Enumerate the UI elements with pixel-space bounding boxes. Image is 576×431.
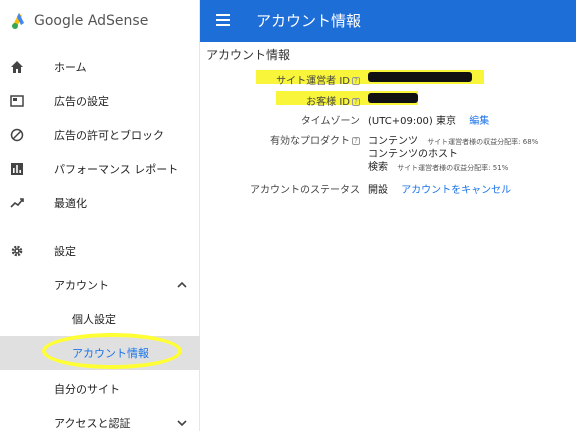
chevron-down-icon <box>177 420 187 427</box>
trending-icon <box>8 194 26 212</box>
menu-icon[interactable] <box>216 14 230 26</box>
adsense-app: Google AdSense ホーム 広告の設定 広告の許可とブロック パフォー <box>0 0 576 431</box>
sidebar-item-label: アカウント <box>54 279 109 292</box>
sidebar-item-ad-settings[interactable]: 広告の設定 <box>0 84 200 118</box>
sidebar-item-label: パフォーマンス レポート <box>54 163 179 176</box>
sidebar-item-label: 広告の設定 <box>54 95 109 108</box>
product-search: 検索 サイト運営者様の収益分配率: 51% <box>368 162 509 173</box>
sidebar-item-my-sites[interactable]: 自分のサイト <box>0 372 200 406</box>
sidebar-item-home[interactable]: ホーム <box>0 50 200 84</box>
products-label: 有効なプロダクト? <box>270 132 360 147</box>
site-owner-id-label: サイト運営者 ID? <box>276 72 360 87</box>
redacted-publisher-id <box>368 72 472 82</box>
timezone-label: タイムゾーン <box>300 116 360 127</box>
help-icon[interactable]: ? <box>352 137 360 145</box>
chevron-up-icon <box>177 281 187 288</box>
sidebar-item-label: アカウント情報 <box>72 347 149 360</box>
main-content: アカウント情報 サイト運営者 ID? お客様 ID? タイムゾーン (UTC+0… <box>200 42 576 431</box>
header-title: アカウント情報 <box>256 12 362 30</box>
sidebar-item-label: ホーム <box>54 61 87 74</box>
help-icon[interactable]: ? <box>352 77 360 85</box>
sidebar-item-label: 自分のサイト <box>54 383 120 396</box>
home-icon <box>8 58 26 76</box>
reports-icon <box>8 160 26 178</box>
account-status-value: 開設 アカウントをキャンセル <box>368 185 512 196</box>
page-title: アカウント情報 <box>206 48 291 62</box>
edit-timezone-link[interactable]: 編集 <box>469 116 489 127</box>
sidebar-item-label: 広告の許可とブロック <box>54 129 164 142</box>
sidebar-item-performance-reports[interactable]: パフォーマンス レポート <box>0 152 200 186</box>
sidebar-item-personal-settings[interactable]: 個人設定 <box>0 302 200 336</box>
ad-settings-icon <box>8 92 26 110</box>
gear-icon <box>8 242 26 260</box>
customer-id-label: お客様 ID? <box>306 93 360 108</box>
sidebar-item-label: 最適化 <box>54 197 87 210</box>
sidebar-item-optimization[interactable]: 最適化 <box>0 186 200 220</box>
top-bar: アカウント情報 <box>200 0 576 42</box>
brand[interactable]: Google AdSense <box>0 0 199 42</box>
sidebar-item-settings[interactable]: 設定 <box>0 234 200 268</box>
sidebar: Google AdSense ホーム 広告の設定 広告の許可とブロック パフォー <box>0 0 200 431</box>
help-icon[interactable]: ? <box>352 98 360 106</box>
brand-name: Google AdSense <box>34 13 149 29</box>
sidebar-item-access-auth[interactable]: アクセスと認証 <box>0 406 200 431</box>
sidebar-item-label: アクセスと認証 <box>54 417 131 430</box>
sidebar-item-label: 個人設定 <box>72 313 116 326</box>
sidebar-item-label: 設定 <box>54 245 76 258</box>
cancel-account-link[interactable]: アカウントをキャンセル <box>401 185 511 196</box>
sidebar-item-account[interactable]: アカウント <box>0 268 200 302</box>
block-icon <box>8 126 26 144</box>
sidebar-item-allow-block[interactable]: 広告の許可とブロック <box>0 118 200 152</box>
redacted-customer-id <box>368 93 418 103</box>
account-status-label: アカウントのステータス <box>250 185 360 196</box>
sidebar-item-account-info[interactable]: アカウント情報 <box>0 336 200 370</box>
timezone-value: (UTC+09:00) 東京 編集 <box>368 116 490 127</box>
adsense-logo-icon <box>12 13 24 29</box>
